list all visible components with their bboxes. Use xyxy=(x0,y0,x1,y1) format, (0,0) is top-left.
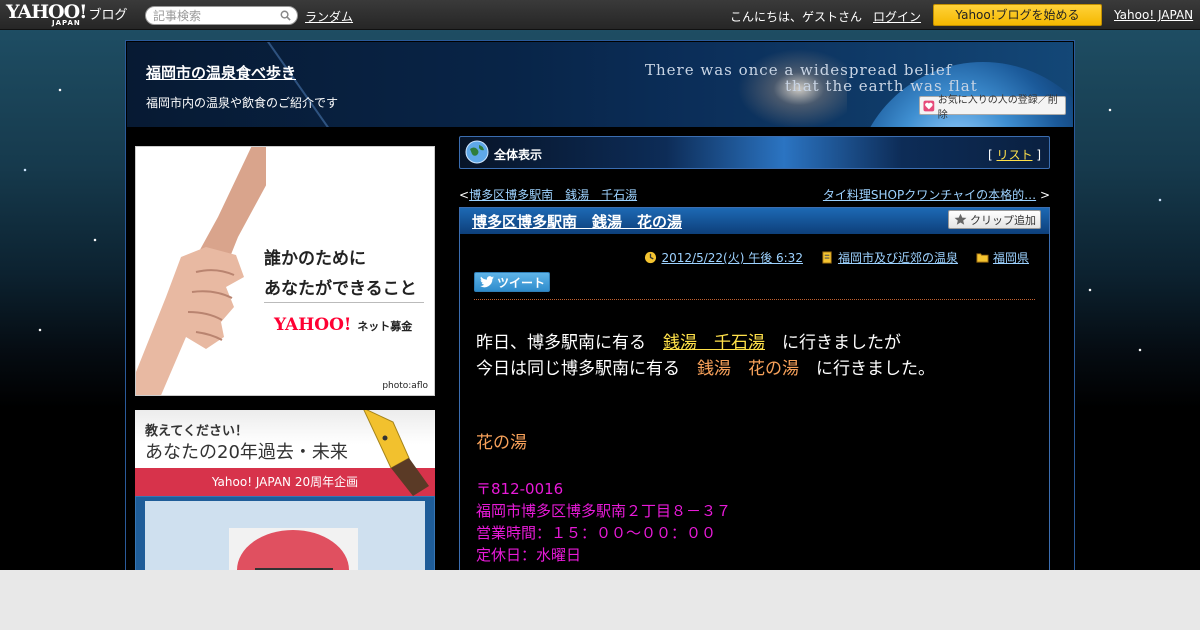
fountain-pen-icon xyxy=(363,410,429,496)
logo-blog: ブログ xyxy=(88,8,128,23)
motto-line-1: There was once a widespread belief xyxy=(645,61,953,79)
spa-address: 福岡市博多区博多駅南２丁目８－３７ xyxy=(476,502,732,520)
hananoyu-name: 銭湯 花の湯 xyxy=(697,359,799,379)
prev-article-link[interactable]: 博多区博多駅南 銭湯 千石湯 xyxy=(469,188,637,202)
ad1-credit: photo:aflo xyxy=(382,381,428,391)
clip-button-label: クリップ追加 xyxy=(970,213,1036,227)
body-line-1-before: 昨日、博多駅南に有る xyxy=(476,333,663,353)
blog-title[interactable]: 福岡市の温泉食べ歩き xyxy=(146,62,296,83)
start-blog-button[interactable]: Yahoo!ブログを始める xyxy=(933,4,1102,26)
spa-closed: 定休日：水曜日 xyxy=(476,546,582,564)
list-bracket-close: ] xyxy=(1032,148,1041,162)
ad1-line-1: 誰かのために xyxy=(264,249,366,269)
greeting-text: こんにちは、ゲストさん xyxy=(730,10,863,24)
search-input[interactable] xyxy=(153,8,273,23)
ad1-line-2: あなたができること xyxy=(264,279,417,299)
global-header: YAHOO! JAPAN ブログ ランダム こんにちは、ゲストさん ログイン Y… xyxy=(0,0,1200,30)
ad1-logo-text: YAHOO! xyxy=(274,315,352,335)
list-view-control: [ リスト ] xyxy=(988,146,1041,163)
ad2-line-2: あなたの20年過去・未来 xyxy=(145,442,348,463)
article-meta: 2012/5/22(火) 午後 6:32 福岡市及び近郊の温泉 福岡県 xyxy=(644,249,1029,266)
next-arrow: > xyxy=(1039,188,1050,202)
article-body: 昨日、博多駅南に有る 銭湯 千石湯 に行きましたが 今日は同じ博多駅南に有る 銭… xyxy=(476,330,1036,566)
tweet-button-label: ツイート xyxy=(497,275,546,290)
body-line-1: 昨日、博多駅南に有る 銭湯 千石湯 に行きましたが xyxy=(476,330,1036,356)
article-folder[interactable]: 福岡県 xyxy=(993,249,1029,266)
light-streak xyxy=(267,42,332,127)
article-category[interactable]: 福岡市及び近郊の温泉 xyxy=(838,249,958,266)
category-icon xyxy=(822,251,832,264)
favorite-button[interactable]: お気に入りの人の登録／削除 xyxy=(919,95,1066,121)
view-mode-bar: 全体表示 [ リスト ] xyxy=(459,136,1050,169)
body-line-2-after: に行きました。 xyxy=(799,359,935,379)
search-box xyxy=(145,6,298,25)
body-line-2-before: 今日は同じ博多駅南に有る xyxy=(476,359,697,379)
spa-postal: 〒812-0016 xyxy=(476,480,564,498)
anniversary-ad[interactable]: 教えてください！ あなたの20年過去・未来 Yahoo! JAPAN 20周年企… xyxy=(135,410,435,496)
motto-line-2: that the earth was flat xyxy=(785,77,978,95)
next-article: タイ料理SHOPクワンチャイの本格的… > xyxy=(823,186,1050,203)
header-motto: There was once a widespread belief that … xyxy=(645,62,978,94)
blog-description: 福岡市内の温泉や飲食のご紹介です xyxy=(146,96,339,110)
random-link[interactable]: ランダム xyxy=(305,8,353,25)
ad2-line-1: 教えてください！ xyxy=(145,424,248,439)
prev-article: <博多区博多駅南 銭湯 千石湯 xyxy=(459,186,637,203)
twitter-bird-icon xyxy=(480,276,494,288)
clip-button[interactable]: クリップ追加 xyxy=(948,210,1041,229)
tweet-button[interactable]: ツイート xyxy=(474,272,550,292)
folder-icon xyxy=(976,253,989,263)
yahoo-japan-link[interactable]: Yahoo! JAPAN xyxy=(1114,8,1193,22)
body-line-1-after: に行きましたが xyxy=(765,333,901,353)
ad1-divider xyxy=(264,302,424,303)
donation-ad[interactable]: 誰かのために あなたができること YAHOO! ネット募金 photo:aflo xyxy=(135,146,435,396)
article-title[interactable]: 博多区博多駅南 銭湯 花の湯 xyxy=(472,211,682,232)
clock-icon xyxy=(645,251,657,264)
spa-heading: 花の湯 xyxy=(476,433,527,453)
spa-info: 〒812-0016 福岡市博多区博多駅南２丁目８－３７ 営業時間：１５：００～０… xyxy=(476,478,1036,566)
list-view-link[interactable]: リスト xyxy=(996,148,1032,162)
yahoo-blog-logo[interactable]: YAHOO! JAPAN ブログ xyxy=(6,2,128,28)
heart-icon xyxy=(923,100,935,111)
body-line-2: 今日は同じ博多駅南に有る 銭湯 花の湯 に行きました。 xyxy=(476,356,1036,382)
blog-header: There was once a widespread belief that … xyxy=(127,42,1073,127)
favorite-button-label: お気に入りの人の登録／削除 xyxy=(937,94,1058,121)
login-link[interactable]: ログイン xyxy=(873,8,921,25)
ad1-yahoo-logo: YAHOO! ネット募金 xyxy=(274,315,412,335)
prev-arrow: < xyxy=(459,188,470,202)
search-icon[interactable] xyxy=(280,10,291,21)
ad1-logo-suffix: ネット募金 xyxy=(357,320,413,333)
view-all-label[interactable]: 全体表示 xyxy=(494,146,542,163)
article-date[interactable]: 2012/5/22(火) 午後 6:32 xyxy=(661,249,802,266)
next-article-link[interactable]: タイ料理SHOPクワンチャイの本格的… xyxy=(823,188,1036,202)
spa-hours: 営業時間：１５：００～００：００ xyxy=(476,524,717,542)
article: 博多区博多駅南 銭湯 花の湯 クリップ追加 2012/5/22(火) 午後 6:… xyxy=(459,207,1050,587)
logo-sub: JAPAN xyxy=(52,19,81,27)
page-footer-area xyxy=(0,570,1200,630)
blog-container: There was once a widespread belief that … xyxy=(125,40,1075,598)
hands-photo xyxy=(136,147,266,395)
article-header: 博多区博多駅南 銭湯 花の湯 クリップ追加 xyxy=(460,208,1049,234)
article-divider xyxy=(474,299,1035,300)
sengoku-yu-link[interactable]: 銭湯 千石湯 xyxy=(663,333,765,353)
star-icon xyxy=(954,213,967,225)
globe-icon xyxy=(465,140,489,164)
